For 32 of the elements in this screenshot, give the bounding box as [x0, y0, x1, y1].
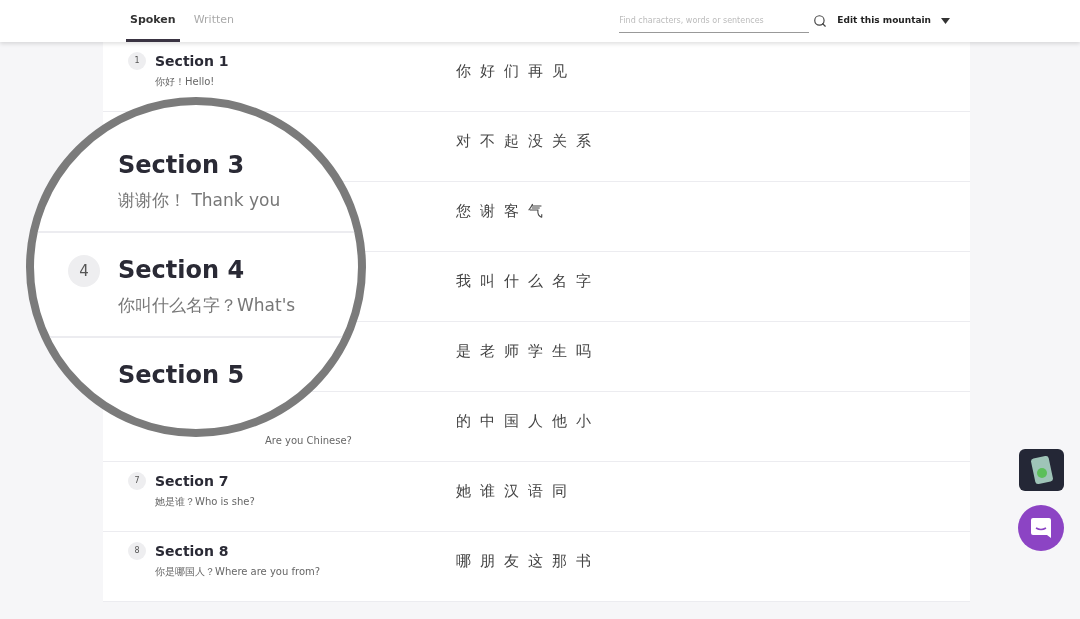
section-number: 1: [128, 52, 146, 70]
character-list[interactable]: 我叫什么名字: [456, 270, 600, 293]
chat-button[interactable]: [1018, 505, 1064, 551]
section-title[interactable]: Section 5: [118, 360, 245, 390]
section-number: 8: [128, 542, 146, 560]
section-title[interactable]: Section 3: [118, 150, 281, 180]
section-subtitle: 你是哪国人？Where are you from?: [155, 565, 321, 579]
search-field[interactable]: Find characters, words or sentences: [619, 9, 810, 33]
section-title[interactable]: Section 7: [155, 471, 255, 491]
character-list[interactable]: 对不起没关系: [456, 130, 600, 153]
section-subtitle: 你好！Hello!: [155, 75, 216, 89]
book-icon: [1030, 455, 1053, 485]
section-subtitle: 她是谁？Who is she?: [155, 495, 255, 509]
character-list[interactable]: 哪朋友这那书: [456, 550, 600, 573]
section-number: 7: [128, 472, 146, 490]
chat-icon: [1030, 517, 1052, 539]
section-title[interactable]: Section 8: [155, 541, 321, 561]
section-title[interactable]: Section 4: [118, 255, 296, 285]
character-list[interactable]: 的中国人他小: [456, 410, 600, 433]
section-subtitle: 你叫什么名字？What's: [118, 294, 296, 317]
character-list[interactable]: 她谁汉语同: [456, 480, 576, 503]
section-title[interactable]: Section 1: [155, 51, 229, 71]
section-number: 4: [68, 255, 100, 287]
caret-icon: [941, 18, 950, 24]
book-thumbnail-button[interactable]: [1019, 449, 1064, 491]
character-list[interactable]: 是老师学生吗: [456, 340, 600, 363]
character-list[interactable]: 你好们再见: [456, 60, 576, 83]
edit-dropdown[interactable]: Edit this mountain: [837, 14, 950, 28]
section-subtitle: Are you Chinese?: [265, 434, 352, 448]
section-subtitle: 谢谢你！ Thank you: [118, 189, 281, 212]
search-icon: [813, 14, 828, 28]
character-list[interactable]: 您谢客气: [456, 200, 552, 223]
